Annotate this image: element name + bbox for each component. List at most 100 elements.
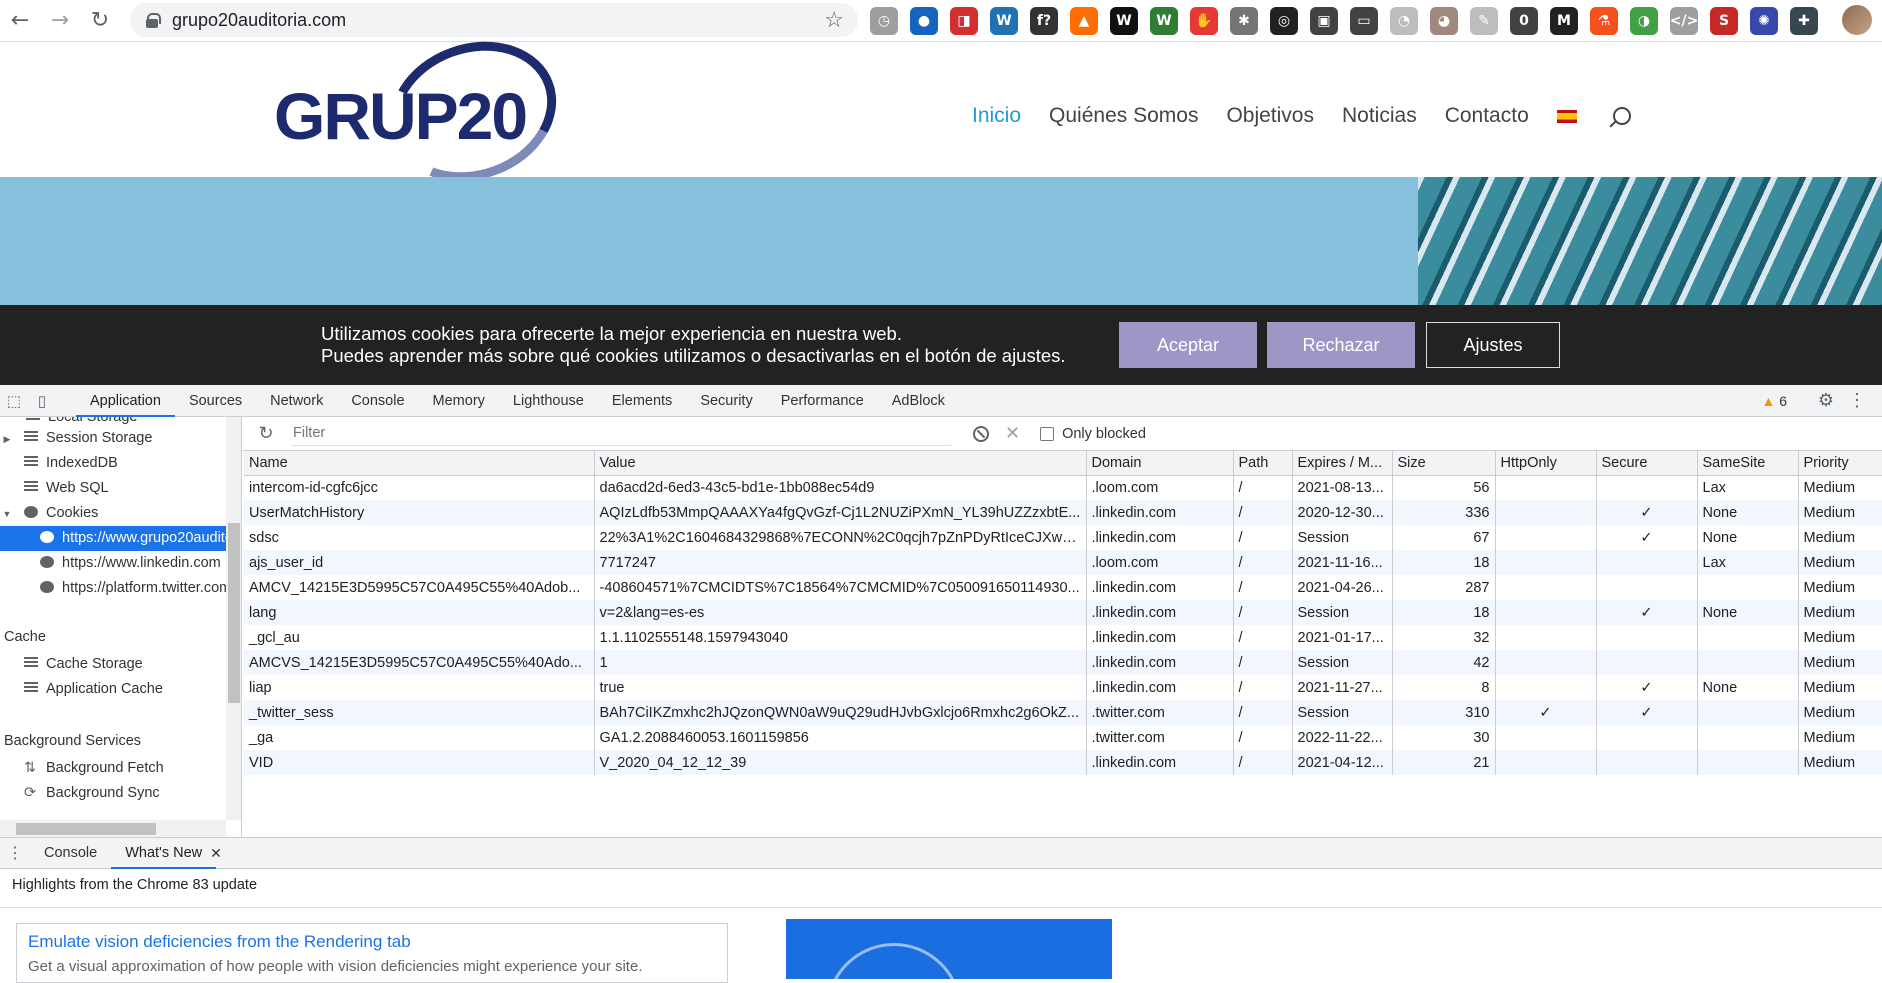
sidebar-item-indexeddb[interactable]: IndexedDB (24, 451, 241, 476)
wp-green-ext-icon[interactable]: W (1150, 7, 1178, 35)
bear-ext-icon[interactable]: ◕ (1430, 7, 1458, 35)
tab-memory[interactable]: Memory (419, 385, 499, 417)
pocket-ext-icon[interactable]: ◨ (950, 7, 978, 35)
tab-security[interactable]: Security (686, 385, 766, 417)
lock-icon[interactable] (146, 13, 161, 28)
swirl-ext-icon[interactable]: ◔ (1390, 7, 1418, 35)
tab-elements[interactable]: Elements (598, 385, 686, 417)
cast-ext-icon[interactable]: ▭ (1350, 7, 1378, 35)
drawer-tab-console[interactable]: Console (30, 838, 111, 869)
sidebar-item-cookie-twitter[interactable]: https://platform.twitter.com (0, 576, 226, 601)
tab-lighthouse[interactable]: Lighthouse (499, 385, 598, 417)
spain-flag-icon[interactable] (1556, 109, 1577, 123)
m-ext-icon[interactable]: M (1550, 7, 1578, 35)
delete-selected-icon[interactable]: ✕ (1005, 423, 1020, 444)
table-row[interactable]: intercom-id-cgfc6jcc da6acd2d-6ed3-43c5-b… (244, 475, 1882, 500)
seo-ext-icon[interactable]: S (1710, 7, 1738, 35)
column-header[interactable]: Value (594, 451, 1087, 476)
reload-icon[interactable]: ↻ (80, 3, 120, 39)
sidebar-vertical-scrollbar[interactable] (226, 417, 241, 820)
tab-console[interactable]: Console (337, 385, 418, 417)
feather-ext-icon[interactable]: ✎ (1470, 7, 1498, 35)
clock-ext-icon[interactable]: ◷ (870, 7, 898, 35)
device-toolbar-icon[interactable]: ▯ (28, 387, 56, 415)
pie-ext-icon[interactable]: ◑ (1630, 7, 1658, 35)
tab-application[interactable]: Application (76, 385, 175, 417)
table-row[interactable]: AMCV_14215E3D5995C57C0A495C55%40Adob... -… (244, 575, 1882, 600)
collapse-arrow-icon[interactable]: ▼ (0, 502, 14, 526)
sidebar-item-cookie-linkedin[interactable]: https://www.linkedin.com (0, 551, 226, 576)
column-header[interactable]: Expires / M... (1292, 451, 1393, 476)
column-header[interactable]: HttpOnly (1495, 451, 1597, 476)
adblock-ext-icon[interactable]: ✋ (1190, 7, 1218, 35)
bookmark-star-icon[interactable]: ☆ (824, 8, 844, 33)
table-row[interactable]: _ga GA1.2.2088460053.1601159856 .twitter.c… (244, 725, 1882, 750)
sidebar-item-background-sync[interactable]: ⟳ Background Sync (24, 781, 241, 806)
scrollbar-thumb[interactable] (228, 523, 240, 703)
table-row[interactable]: AMCVS_14215E3D5995C57C0A495C55%40Ado... 1… (244, 650, 1882, 675)
font-ext-icon[interactable]: f? (1030, 7, 1058, 35)
reject-button[interactable]: Rechazar (1267, 322, 1415, 368)
warnings-badge[interactable]: ▲ 6 (1761, 393, 1787, 409)
cookie-settings-button[interactable]: Ajustes (1426, 322, 1560, 368)
drawer-menu-icon[interactable]: ⋮ (0, 843, 30, 863)
column-header[interactable]: Domain (1086, 451, 1234, 476)
back-icon[interactable]: ← (0, 3, 40, 39)
devtools-more-menu-icon[interactable]: ⋮ (1848, 390, 1866, 411)
table-row[interactable]: UserMatchHistory AQIzLdfb53MmpQAAAXYa4fgQ… (244, 500, 1882, 525)
site-logo[interactable]: GRUP20 (270, 18, 576, 205)
zero-ext-icon[interactable]: 0 (1510, 7, 1538, 35)
ring-ext-icon[interactable]: ◎ (1270, 7, 1298, 35)
whats-new-title-link[interactable]: Emulate vision deficiencies from the Ren… (28, 932, 411, 952)
drawer-tab-whats-new[interactable]: What's New (111, 838, 217, 869)
nav-quienes-somos[interactable]: Quiénes Somos (1049, 104, 1198, 128)
filter-input[interactable] (291, 421, 951, 446)
column-header[interactable]: Priority (1798, 451, 1882, 476)
inspect-element-icon[interactable]: ⬚ (0, 387, 28, 415)
sidebar-horizontal-scrollbar[interactable] (0, 820, 226, 837)
address-bar[interactable]: grupo20auditoria.com ☆ (130, 3, 858, 37)
scrollbar-thumb[interactable] (16, 823, 156, 835)
nav-contacto[interactable]: Contacto (1445, 104, 1529, 128)
table-row[interactable]: liap true .linkedin.com/2021-11-27... 8 ✓ Non… (244, 675, 1882, 700)
nav-noticias[interactable]: Noticias (1342, 104, 1417, 128)
sidebar-item-session-storage[interactable]: ▶ Session Storage (0, 426, 226, 451)
wappalyzer-ext-icon[interactable]: W (1110, 7, 1138, 35)
tab-performance[interactable]: Performance (767, 385, 878, 417)
table-row[interactable]: _gcl_au 1.1.1102555148.1597943040 .linkedi… (244, 625, 1882, 650)
only-blocked-checkbox[interactable] (1040, 426, 1055, 441)
close-icon[interactable]: ✕ (210, 845, 222, 862)
column-header[interactable]: Path (1233, 451, 1293, 476)
table-row[interactable]: lang v=2&lang=es-es .linkedin.com / Session 1… (244, 600, 1882, 625)
devtools-settings-gear-icon[interactable]: ⚙ (1818, 390, 1834, 411)
nav-inicio[interactable]: Inicio (972, 104, 1021, 128)
tab-network[interactable]: Network (256, 385, 337, 417)
sidebar-item-websql[interactable]: Web SQL (24, 476, 241, 501)
tab-adblock[interactable]: AdBlock (878, 385, 959, 417)
wordpress-ext-icon[interactable]: W (990, 7, 1018, 35)
accept-button[interactable]: Aceptar (1119, 322, 1257, 368)
sidebar-item-application-cache[interactable]: Application Cache (24, 677, 241, 702)
gear-ext-icon[interactable]: ✱ (1230, 7, 1258, 35)
url-text[interactable]: grupo20auditoria.com (172, 10, 346, 31)
puzzle-ext-icon[interactable]: ✚ (1790, 7, 1818, 35)
table-row[interactable]: VID V_2020_04_12_12_39 .linkedin.com/2021-… (244, 750, 1882, 775)
sidebar-item-cache-storage[interactable]: Cache Storage (24, 652, 241, 677)
column-header[interactable]: Name (244, 451, 595, 476)
whats-new-card[interactable]: Emulate vision deficiencies from the Ren… (16, 923, 728, 983)
sidebar-item-cookies[interactable]: ▼ Cookies (0, 501, 226, 526)
color-ext-icon[interactable]: ● (910, 7, 938, 35)
column-header[interactable]: SameSite (1697, 451, 1799, 476)
table-row[interactable]: sdsc 22%3A1%2C1604684329868%7ECONN%2C0qcj… (244, 525, 1882, 550)
clear-all-cookies-icon[interactable] (973, 425, 989, 442)
tab-sources[interactable]: Sources (175, 385, 256, 417)
table-row[interactable]: ajs_user_id 7717247 .loom.com/2021-11-16..… (244, 550, 1882, 575)
forward-icon[interactable]: → (40, 3, 80, 39)
refresh-icon[interactable]: ↻ (251, 423, 281, 444)
expand-arrow-icon[interactable]: ▶ (0, 427, 14, 451)
sidebar-item-cookie-grupo20[interactable]: https://www.grupo20auditoria.com (0, 526, 226, 551)
lab-ext-icon[interactable]: ⚗ (1590, 7, 1618, 35)
fire-ext-icon[interactable]: ▲ (1070, 7, 1098, 35)
search-icon[interactable] (1612, 107, 1631, 125)
column-header[interactable]: Size (1392, 451, 1496, 476)
